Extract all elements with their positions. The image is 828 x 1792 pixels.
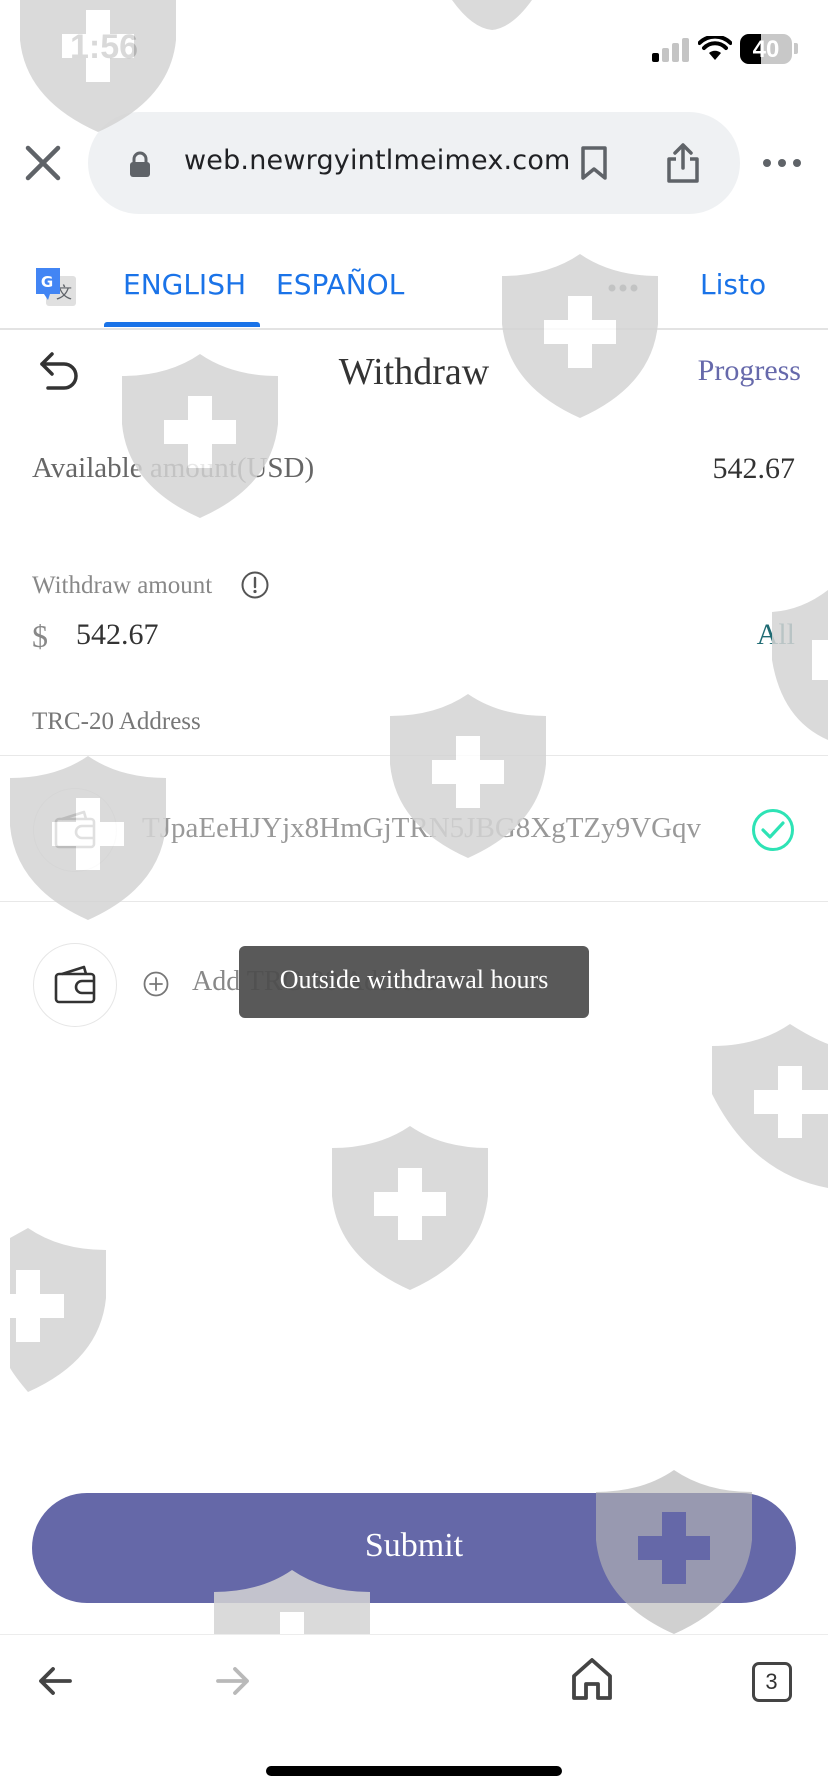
more-icon[interactable] — [762, 158, 802, 168]
share-icon[interactable] — [664, 142, 702, 184]
wifi-icon — [698, 36, 732, 60]
forward-arrow-icon[interactable] — [214, 1662, 252, 1700]
trc20-address-label: TRC-20 Address — [32, 708, 201, 735]
toast-message: Outside withdrawal hours — [239, 946, 589, 1018]
all-button[interactable]: All — [757, 618, 795, 652]
google-translate-icon: 文 G — [36, 268, 76, 306]
toast-text: Outside withdrawal hours — [279, 965, 549, 994]
check-circle-icon[interactable] — [751, 808, 795, 852]
status-time: 1:56 — [70, 28, 139, 66]
submit-label: Submit — [364, 1527, 464, 1564]
wallet-avatar — [33, 788, 117, 872]
home-indicator[interactable] — [266, 1766, 562, 1776]
translate-more-icon[interactable] — [608, 284, 638, 292]
tab-espanol[interactable]: ESPAÑOL — [276, 268, 404, 301]
url-text[interactable]: web.newrgyintlmeimex.com — [184, 145, 571, 176]
shield-watermark-icon — [712, 1024, 828, 1188]
add-wallet-avatar[interactable] — [33, 943, 117, 1027]
divider — [0, 901, 828, 902]
battery-icon: 40 — [740, 34, 792, 64]
wallet-address[interactable]: TJpaEeHJYjx8HmGjTRN5JBG8XgTZy9VGqv — [142, 812, 701, 845]
currency-symbol: $ — [32, 618, 48, 654]
available-amount-value: 542.67 — [712, 452, 796, 485]
status-bar: 1:56 40 — [0, 0, 828, 100]
progress-link[interactable]: Progress — [698, 354, 801, 388]
battery-level: 40 — [752, 36, 780, 63]
withdraw-amount-label: Withdraw amount — [32, 572, 213, 599]
svg-text:G: G — [41, 273, 53, 291]
signal-icon — [652, 38, 690, 62]
info-icon[interactable] — [240, 570, 270, 600]
available-amount-label: Available amount(USD) — [32, 452, 315, 484]
shield-watermark-icon — [10, 1228, 106, 1392]
withdraw-amount-input[interactable]: 542.67 — [76, 618, 159, 652]
shield-watermark-icon — [772, 590, 828, 740]
add-circle-icon[interactable] — [142, 970, 170, 998]
tabs-icon[interactable]: 3 — [752, 1662, 792, 1702]
lock-icon — [130, 151, 150, 177]
tab-english[interactable]: ENGLISH — [123, 268, 246, 301]
wallet-icon — [54, 810, 96, 849]
back-arrow-icon[interactable] — [36, 1662, 74, 1700]
home-icon[interactable] — [570, 1656, 614, 1702]
close-icon[interactable] — [22, 142, 64, 184]
submit-button[interactable]: Submit — [32, 1493, 796, 1603]
tab-count: 3 — [765, 1669, 778, 1694]
tab-english-underline — [104, 322, 260, 327]
shield-watermark-icon — [332, 1126, 488, 1290]
wallet-icon — [54, 965, 96, 1004]
bookmark-icon[interactable] — [580, 145, 608, 181]
translate-done-button[interactable]: Listo — [700, 268, 766, 301]
divider — [0, 755, 828, 756]
